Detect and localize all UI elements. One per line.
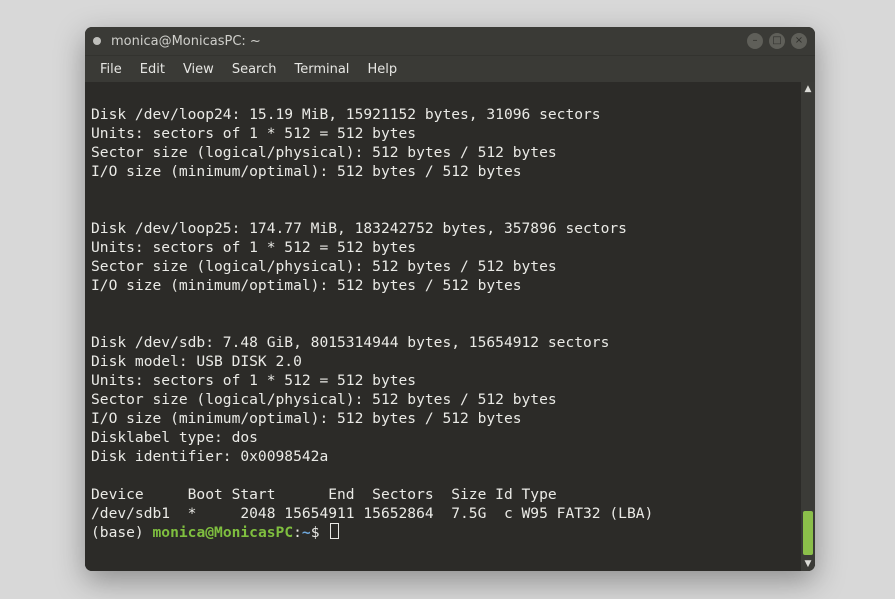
terminal-output-line: Disk identifier: 0x0098542a bbox=[91, 448, 328, 465]
maximize-button[interactable]: □ bbox=[769, 33, 785, 49]
menubar: File Edit View Search Terminal Help bbox=[85, 55, 815, 82]
menu-file[interactable]: File bbox=[91, 59, 131, 80]
terminal-output-line: Disklabel type: dos bbox=[91, 429, 258, 446]
terminal-output-line: Sector size (logical/physical): 512 byte… bbox=[91, 258, 557, 275]
terminal-area[interactable]: Disk /dev/loop24: 15.19 MiB, 15921152 by… bbox=[85, 82, 801, 571]
terminal-window: monica@MonicasPC: ~ – □ × File Edit View… bbox=[85, 27, 815, 571]
terminal-output-line: I/O size (minimum/optimal): 512 bytes / … bbox=[91, 163, 522, 180]
menu-help[interactable]: Help bbox=[358, 59, 406, 80]
terminal-output-line: Units: sectors of 1 * 512 = 512 bytes bbox=[91, 125, 416, 142]
terminal-output-line: Disk /dev/loop24: 15.19 MiB, 15921152 by… bbox=[91, 106, 601, 123]
menu-search[interactable]: Search bbox=[223, 59, 286, 80]
app-indicator-icon bbox=[93, 37, 101, 45]
prompt-user: monica bbox=[153, 524, 206, 541]
window-controls: – □ × bbox=[747, 33, 807, 49]
prompt-at: @ bbox=[205, 524, 214, 541]
terminal-output-line: Units: sectors of 1 * 512 = 512 bytes bbox=[91, 372, 416, 389]
prompt-colon: : bbox=[293, 524, 302, 541]
minimize-button[interactable]: – bbox=[747, 33, 763, 49]
terminal-output-line: Disk /dev/loop25: 174.77 MiB, 183242752 … bbox=[91, 220, 627, 237]
prompt-host: MonicasPC bbox=[214, 524, 293, 541]
scrollbar[interactable]: ▲ ▼ bbox=[801, 82, 815, 571]
scrollbar-thumb[interactable] bbox=[803, 511, 813, 555]
cursor-block-icon bbox=[330, 523, 339, 539]
titlebar[interactable]: monica@MonicasPC: ~ – □ × bbox=[85, 27, 815, 55]
terminal-output-line: Disk model: USB DISK 2.0 bbox=[91, 353, 302, 370]
terminal-output-line: Device Boot Start End Sectors Size Id Ty… bbox=[91, 486, 557, 503]
terminal-output-line: Sector size (logical/physical): 512 byte… bbox=[91, 391, 557, 408]
terminal-output-line: Units: sectors of 1 * 512 = 512 bytes bbox=[91, 239, 416, 256]
terminal-output-line: /dev/sdb1 * 2048 15654911 15652864 7.5G … bbox=[91, 505, 653, 522]
close-button[interactable]: × bbox=[791, 33, 807, 49]
scroll-down-icon[interactable]: ▼ bbox=[801, 557, 815, 571]
terminal-output-line: I/O size (minimum/optimal): 512 bytes / … bbox=[91, 277, 522, 294]
window-title: monica@MonicasPC: ~ bbox=[111, 34, 261, 49]
prompt-dollar: $ bbox=[311, 524, 329, 541]
menu-edit[interactable]: Edit bbox=[131, 59, 174, 80]
terminal-output-line: Sector size (logical/physical): 512 byte… bbox=[91, 144, 557, 161]
menu-terminal[interactable]: Terminal bbox=[285, 59, 358, 80]
scroll-up-icon[interactable]: ▲ bbox=[801, 82, 815, 96]
terminal-output-line: Disk /dev/sdb: 7.48 GiB, 8015314944 byte… bbox=[91, 334, 609, 351]
terminal-output-line: I/O size (minimum/optimal): 512 bytes / … bbox=[91, 410, 522, 427]
menu-view[interactable]: View bbox=[174, 59, 223, 80]
prompt-base: (base) bbox=[91, 524, 153, 541]
prompt-path: ~ bbox=[302, 524, 311, 541]
